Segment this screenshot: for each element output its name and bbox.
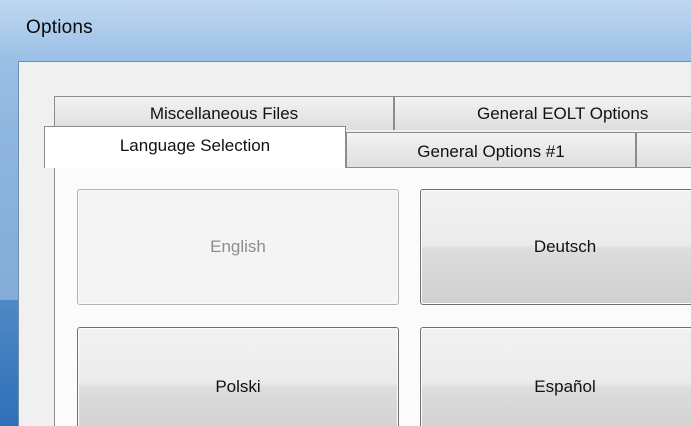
tab-label: General EOLT Options (477, 104, 649, 123)
tab-general-options-1[interactable]: General Options #1 (346, 132, 636, 168)
polski-button[interactable]: Polski (77, 327, 399, 426)
espanol-button-label: Español (534, 377, 596, 396)
tab-label: General Options #1 (417, 142, 565, 161)
deutsch-button[interactable]: Deutsch (420, 189, 691, 305)
tab-language-selection[interactable]: Language Selection (44, 126, 346, 168)
tab-next[interactable] (636, 132, 691, 168)
window-title: Options (26, 17, 93, 38)
tab-label: Language Selection (119, 136, 271, 155)
window-frame-accent (0, 300, 18, 426)
options-window: Options Miscellaneous Files General EOLT… (0, 0, 691, 426)
english-button-label: English (210, 237, 266, 256)
espanol-button[interactable]: Español (420, 327, 691, 426)
tab-miscellaneous-files[interactable]: Miscellaneous Files (54, 96, 394, 130)
tab-general-eolt-options[interactable]: General EOLT Options (394, 96, 691, 130)
deutsch-button-label: Deutsch (533, 237, 597, 256)
polski-button-label: Polski (215, 377, 261, 396)
english-button[interactable]: English (77, 189, 399, 305)
